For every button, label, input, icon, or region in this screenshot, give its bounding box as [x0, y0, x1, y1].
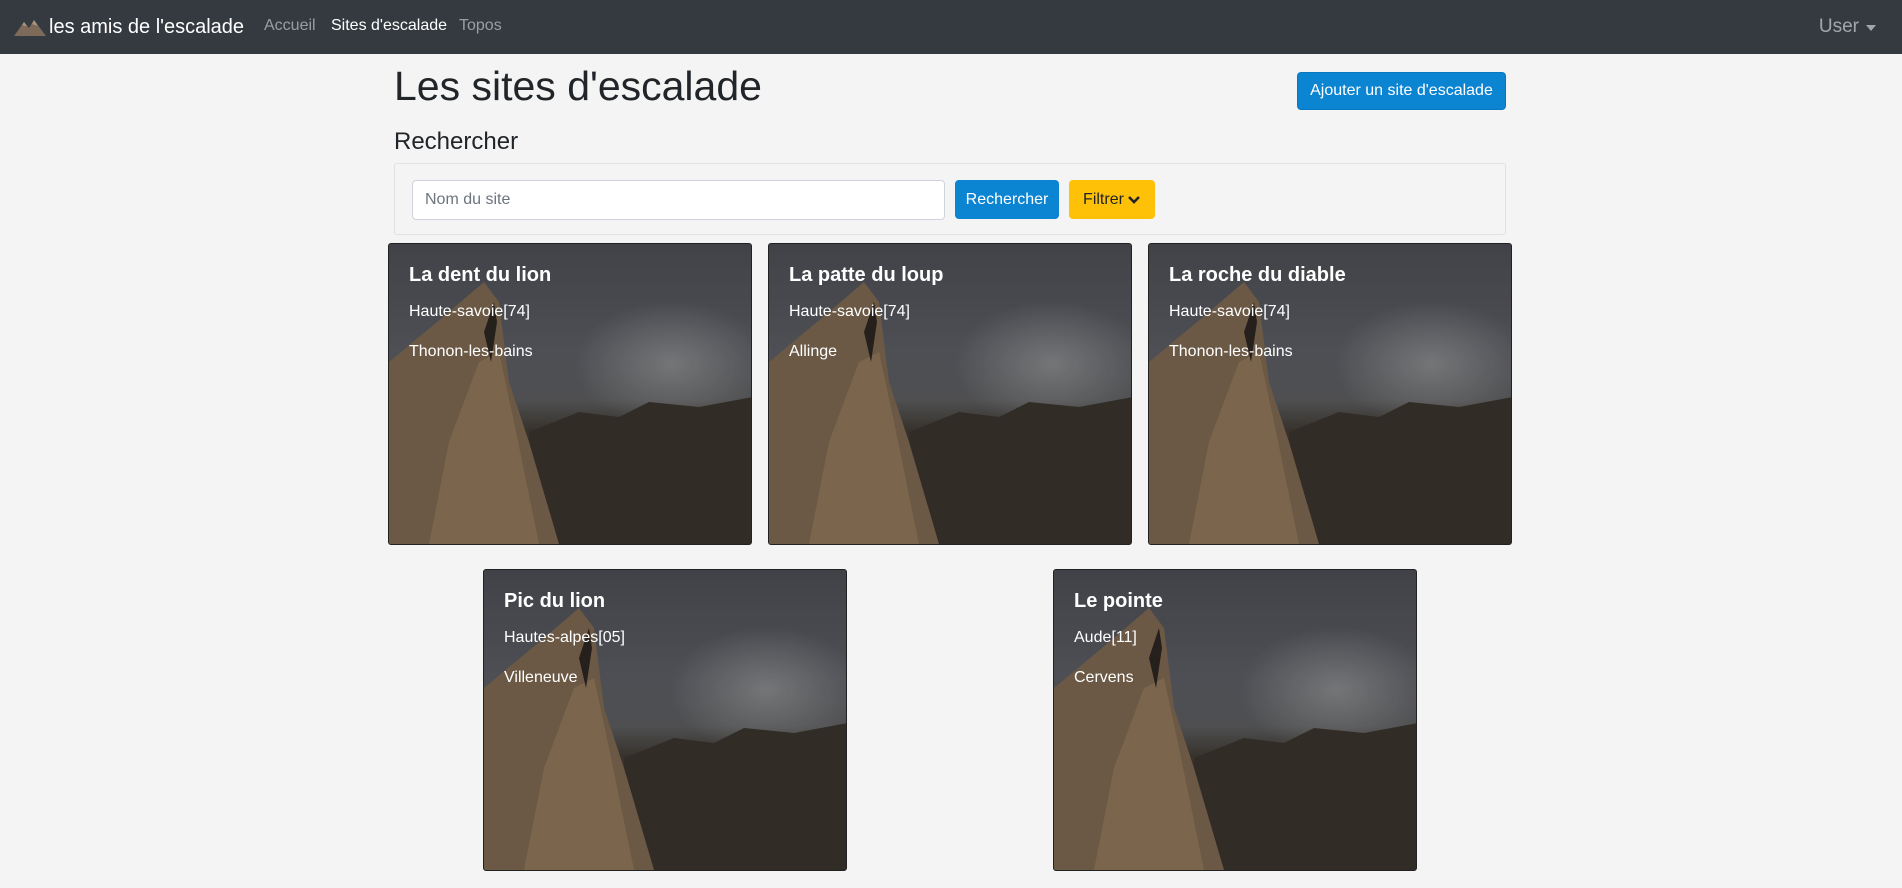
- site-card-department: Haute-savoie[74]: [789, 303, 910, 320]
- search-button[interactable]: Rechercher: [955, 180, 1059, 219]
- site-card-title: La roche du diable: [1169, 264, 1346, 286]
- search-panel: Rechercher Filtrer: [394, 163, 1506, 235]
- site-card-city: Thonon-les-bains: [409, 343, 533, 360]
- site-card[interactable]: La dent du lion Haute-savoie[74] Thonon-…: [388, 243, 752, 545]
- filter-button[interactable]: Filtrer: [1069, 180, 1155, 219]
- site-card-city: Cervens: [1074, 669, 1134, 686]
- card-overlay: [769, 244, 1131, 544]
- site-card-city: Allinge: [789, 343, 838, 360]
- page-title: Les sites d'escalade: [394, 63, 762, 109]
- nav-link-topos[interactable]: Topos: [459, 17, 502, 35]
- site-card[interactable]: La roche du diable Haute-savoie[74] Thon…: [1148, 243, 1512, 545]
- site-card-city: Thonon-les-bains: [1169, 343, 1293, 360]
- navbar: les amis de l'escalade Accueil Sites d'e…: [0, 0, 1902, 54]
- brand-link[interactable]: les amis de l'escalade: [14, 0, 244, 54]
- nav-link-accueil[interactable]: Accueil: [264, 17, 316, 35]
- site-card-department: Aude[11]: [1074, 629, 1137, 646]
- site-card-title: Pic du lion: [504, 590, 606, 612]
- site-card[interactable]: La patte du loup Haute-savoie[74] Alling…: [768, 243, 1132, 545]
- site-card-city: Villeneuve: [504, 669, 578, 686]
- site-name-search-input[interactable]: [412, 180, 945, 220]
- card-overlay: [484, 570, 846, 870]
- site-card-title: La patte du loup: [789, 264, 944, 286]
- site-card-department: Haute-savoie[74]: [1169, 303, 1290, 320]
- user-dropdown[interactable]: User: [1819, 16, 1876, 38]
- site-card[interactable]: Pic du lion Hautes-alpes[05] Villeneuve: [483, 569, 847, 871]
- brand-name: les amis de l'escalade: [49, 15, 245, 38]
- filter-label: Filtrer: [1083, 190, 1124, 208]
- caret-down-icon: [1866, 25, 1876, 31]
- site-card-department: Hautes-alpes[05]: [504, 629, 625, 646]
- card-overlay: [1149, 244, 1511, 544]
- search-heading: Rechercher: [394, 128, 519, 155]
- mountain-logo-icon: [14, 20, 46, 36]
- card-overlay: [389, 244, 751, 544]
- site-card-department: Haute-savoie[74]: [409, 303, 530, 320]
- nav-link-sites[interactable]: Sites d'escalade: [331, 17, 447, 35]
- add-site-button[interactable]: Ajouter un site d'escalade: [1297, 72, 1506, 110]
- chevron-down-icon: [1128, 195, 1140, 204]
- user-label: User: [1818, 16, 1859, 37]
- site-card-title: Le pointe: [1074, 590, 1163, 612]
- site-card[interactable]: Le pointe Aude[11] Cervens: [1053, 569, 1417, 871]
- site-card-title: La dent du lion: [409, 264, 552, 286]
- card-overlay: [1054, 570, 1416, 870]
